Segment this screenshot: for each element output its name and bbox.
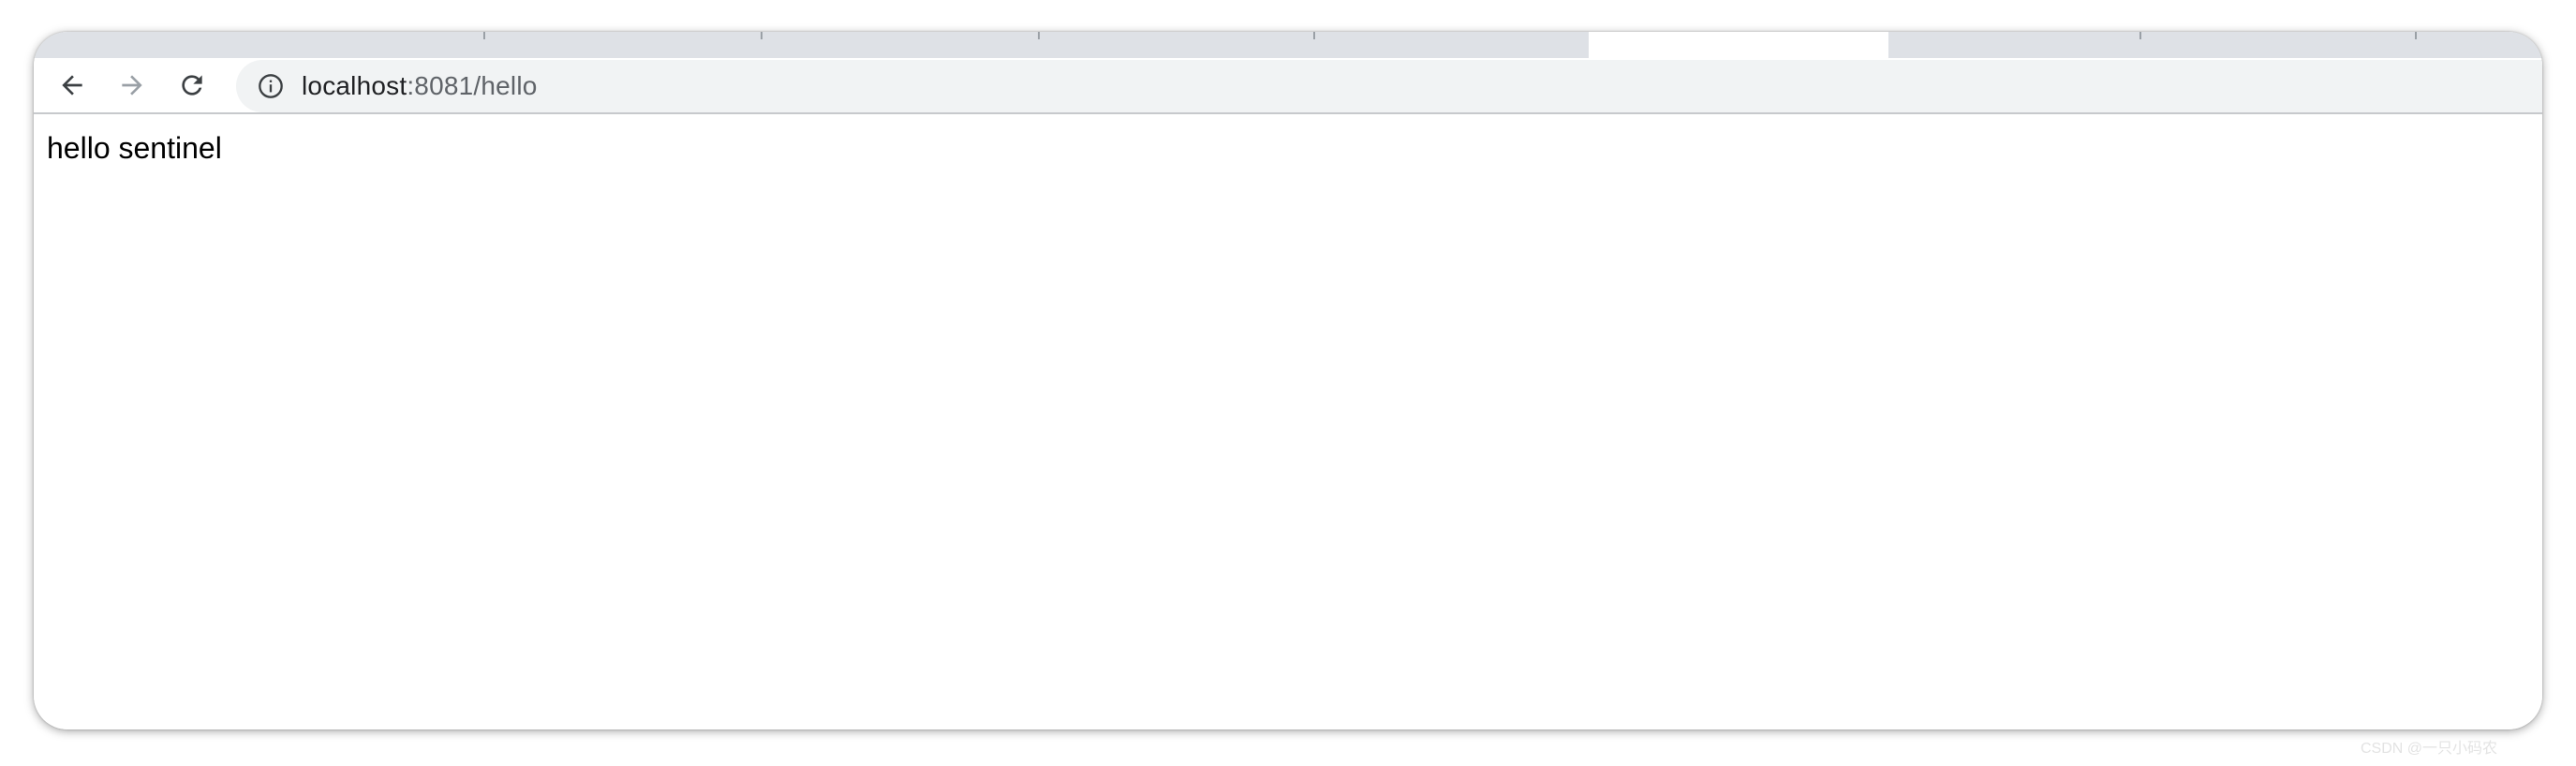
browser-window: localhost:8081/hello hello sentinel <box>34 32 2542 729</box>
tab-separator <box>1038 32 1040 39</box>
page-body-text: hello sentinel <box>47 131 222 165</box>
arrow-right-icon <box>122 75 142 96</box>
url-host: localhost <box>302 71 407 100</box>
tab-strip <box>34 32 2542 58</box>
tab-active[interactable] <box>1570 32 1907 58</box>
reload-button[interactable] <box>172 66 212 105</box>
browser-toolbar: localhost:8081/hello <box>34 58 2542 114</box>
info-icon[interactable] <box>257 72 285 100</box>
tab-separator <box>761 32 762 39</box>
tab-separator <box>2139 32 2141 39</box>
tab-separator <box>483 32 485 39</box>
address-bar[interactable]: localhost:8081/hello <box>236 60 2542 112</box>
watermark: CSDN @一只小码农 <box>2361 741 2498 757</box>
arrow-left-icon <box>62 75 82 96</box>
forward-button[interactable] <box>112 66 152 105</box>
page-content: hello sentinel <box>34 114 2542 729</box>
tab-separator <box>2415 32 2417 39</box>
tab-separator <box>1313 32 1315 39</box>
reload-icon <box>182 75 202 96</box>
url-path: :8081/hello <box>407 71 538 100</box>
back-button[interactable] <box>52 66 92 105</box>
